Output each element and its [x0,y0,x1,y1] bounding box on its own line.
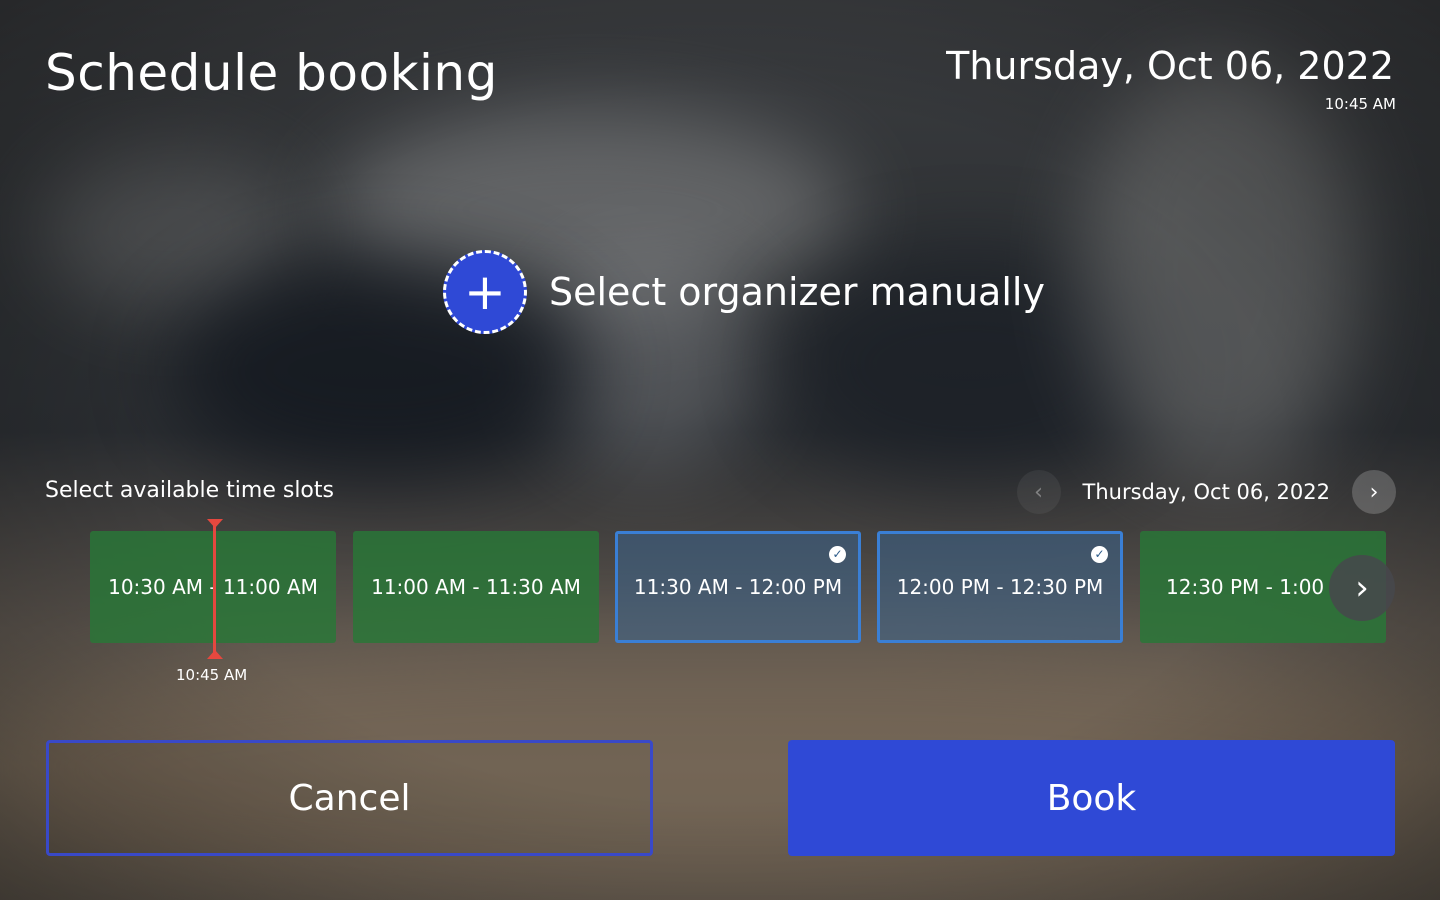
time-slot-label: 11:30 AM - 12:00 PM [633,575,843,599]
current-time-indicator [213,522,216,656]
time-slots-heading: Select available time slots [45,478,334,503]
current-time: 10:45 AM [1324,95,1396,113]
page-title: Schedule booking [45,44,498,102]
slots-date: Thursday, Oct 06, 2022 [1082,480,1331,504]
time-slot-list: 10:30 AM - 11:00 AM 11:00 AM - 11:30 AM … [90,531,1400,645]
chevron-left-icon[interactable]: ‹ [1016,470,1061,514]
select-organizer-button[interactable]: + Select organizer manually [443,248,1045,336]
scroll-slots-right-icon[interactable]: › [1329,555,1395,621]
time-slot[interactable]: ✓ 11:30 AM - 12:00 PM [615,531,861,643]
time-slot[interactable]: 11:00 AM - 11:30 AM [353,531,599,643]
now-marker-bottom [207,650,223,659]
time-slot-label: 12:30 PM - 1:00 [1166,575,1325,599]
select-organizer-label: Select organizer manually [549,270,1045,314]
time-slot-label: 11:00 AM - 11:30 AM [371,575,581,599]
time-slot-label: 12:00 PM - 12:30 PM [896,575,1104,599]
current-time-indicator-label: 10:45 AM [176,666,248,684]
chevron-right-icon[interactable]: › [1352,470,1396,514]
time-slot[interactable]: ✓ 12:00 PM - 12:30 PM [877,531,1123,643]
check-icon: ✓ [1091,546,1108,563]
current-date: Thursday, Oct 06, 2022 [946,44,1394,88]
check-icon: ✓ [829,546,846,563]
book-button[interactable]: Book [788,740,1395,856]
cancel-button-label: Cancel [288,777,411,819]
book-button-label: Book [1046,777,1137,819]
plus-icon[interactable]: + [443,250,527,334]
date-navigator: ‹ Thursday, Oct 06, 2022 › [1016,470,1396,514]
cancel-button[interactable]: Cancel [46,740,653,856]
